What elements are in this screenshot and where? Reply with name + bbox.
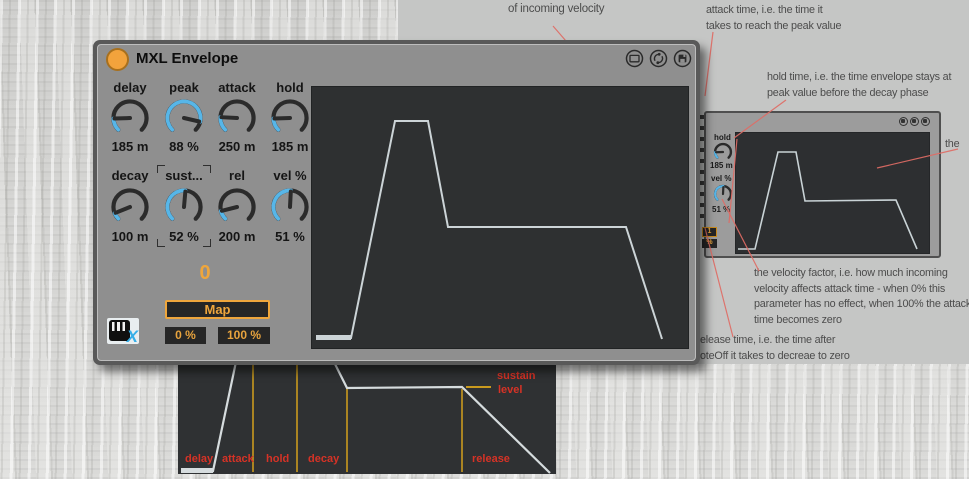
knob-decay-dial[interactable] <box>107 184 153 230</box>
device-envelope-line <box>738 152 917 249</box>
knob-velocity-value[interactable]: 51 % <box>264 229 316 244</box>
knob-release-dial[interactable] <box>214 184 260 230</box>
knob-sustain-value[interactable]: 52 % <box>158 229 210 244</box>
note-hold-time: hold time, i.e. the time envelope stays … <box>767 70 951 101</box>
knob-velocity-dial[interactable] <box>267 184 313 230</box>
knob-sustain[interactable]: sust... 52 % <box>158 168 210 183</box>
knob-velocity-label: vel % <box>264 168 316 183</box>
map-button[interactable]: Map <box>165 300 270 319</box>
note-velocity-line1: the velocity factor, i.e. how much incom… <box>754 266 969 282</box>
knob-delay-dial[interactable] <box>107 95 153 141</box>
screenshot-canvas: delay attack hold decay release sustain … <box>0 0 969 479</box>
knob-sustain-label: sust... <box>158 168 210 183</box>
phase-label-release: release <box>472 453 510 465</box>
knob-peak-value[interactable]: 88 % <box>158 139 210 154</box>
knob-velocity[interactable]: vel % 51 % <box>264 168 316 183</box>
knob-hold-label: hold <box>264 80 316 95</box>
save-icon <box>921 117 930 126</box>
note-velocity-line2: velocity affects attack time - when 0% t… <box>754 282 969 298</box>
envelope-phase-diagram: delay attack hold decay release sustain … <box>178 356 556 474</box>
window-body: MXL Envelope delay <box>97 44 696 361</box>
note-hold-line2: peak value before the decay phase <box>767 86 951 102</box>
knob-release-label: rel <box>211 168 263 183</box>
knob-peak-label: peak <box>158 80 210 95</box>
save-icon[interactable] <box>673 49 692 68</box>
knob-attack-label: attack <box>211 80 263 95</box>
knob-decay-label: decay <box>104 168 156 183</box>
knob-hold-dial[interactable] <box>267 95 313 141</box>
phase-label-attack: attack <box>222 453 254 465</box>
note-incoming-velocity: of incoming velocity <box>508 2 604 18</box>
knob-decay[interactable]: decay 100 m <box>104 168 156 183</box>
knob-attack-dial[interactable] <box>214 95 260 141</box>
note-attack-time: attack time, i.e. the time it takes to r… <box>706 3 841 34</box>
knob-delay[interactable]: delay 185 m <box>104 80 156 95</box>
knob-delay-value[interactable]: 185 m <box>104 139 156 154</box>
mxl-logo: X <box>107 318 139 344</box>
note-release-line1: elease time, i.e. the time after <box>700 333 850 349</box>
note-release-line2: oteOff it takes to decreae to zero <box>700 349 850 365</box>
background-device-screenshot: hold 185 m vel % 51 % <box>704 111 941 258</box>
device-vel-knob <box>712 183 734 205</box>
device-hold-knob <box>712 141 734 163</box>
phase-label-delay: delay <box>185 453 213 465</box>
note-release-time: elease time, i.e. the time after oteOff … <box>700 333 850 364</box>
device-edge-dots <box>700 115 704 225</box>
min-percent-button[interactable]: 0 % <box>165 327 206 344</box>
device-hold-value: 185 m <box>710 161 733 170</box>
phase-label-level: level <box>498 384 522 396</box>
knob-decay-value[interactable]: 100 m <box>104 229 156 244</box>
note-attack-line1: attack time, i.e. the time it <box>706 3 841 19</box>
envelope-display[interactable] <box>311 86 689 349</box>
knob-attack[interactable]: attack 250 m <box>211 80 263 95</box>
phase-label-decay: decay <box>308 453 339 465</box>
knob-hold-value[interactable]: 185 m <box>264 139 316 154</box>
note-velocity-factor: the velocity factor, i.e. how much incom… <box>754 266 969 328</box>
knob-release-value[interactable]: 200 m <box>211 229 263 244</box>
envelope-line <box>316 121 662 339</box>
note-velocity-line4: time becomes zero <box>754 313 969 329</box>
device-vel-value: 51 % <box>712 205 730 214</box>
device-percent-button-fragment: % <box>702 239 717 248</box>
presentation-icon <box>899 117 908 126</box>
knob-peak[interactable]: peak 88 % <box>158 80 210 95</box>
sync-icon <box>910 117 919 126</box>
knob-delay-label: delay <box>104 80 156 95</box>
knob-attack-value[interactable]: 250 m <box>211 139 263 154</box>
note-hold-line1: hold time, i.e. the time envelope stays … <box>767 70 951 86</box>
presentation-icon[interactable] <box>625 49 644 68</box>
note-attack-line2: takes to reach the peak value <box>706 19 841 35</box>
phase-label-sustain: sustain <box>497 370 536 382</box>
knob-sustain-dial[interactable] <box>161 184 207 230</box>
window-title: MXL Envelope <box>136 50 238 67</box>
mxl-envelope-window: MXL Envelope delay <box>93 40 700 365</box>
phase-label-hold: hold <box>266 453 289 465</box>
mxl-logo-x: X <box>127 327 138 347</box>
device-vel-label: vel % <box>711 174 731 183</box>
max-percent-button[interactable]: 100 % <box>218 327 270 344</box>
sync-icon[interactable] <box>649 49 668 68</box>
note-the-clipped: the <box>945 137 959 153</box>
knob-release[interactable]: rel 200 m <box>211 168 263 183</box>
device-map-button-fragment: 1 <box>702 227 717 237</box>
knob-peak-dial[interactable] <box>161 95 207 141</box>
number-display[interactable]: 0 <box>183 262 227 285</box>
knob-hold[interactable]: hold 185 m <box>264 80 316 95</box>
device-envelope-display <box>735 132 930 254</box>
window-status-lamp[interactable] <box>106 48 129 71</box>
note-velocity-line3: parameter has no effect, when 100% the a… <box>754 297 969 313</box>
